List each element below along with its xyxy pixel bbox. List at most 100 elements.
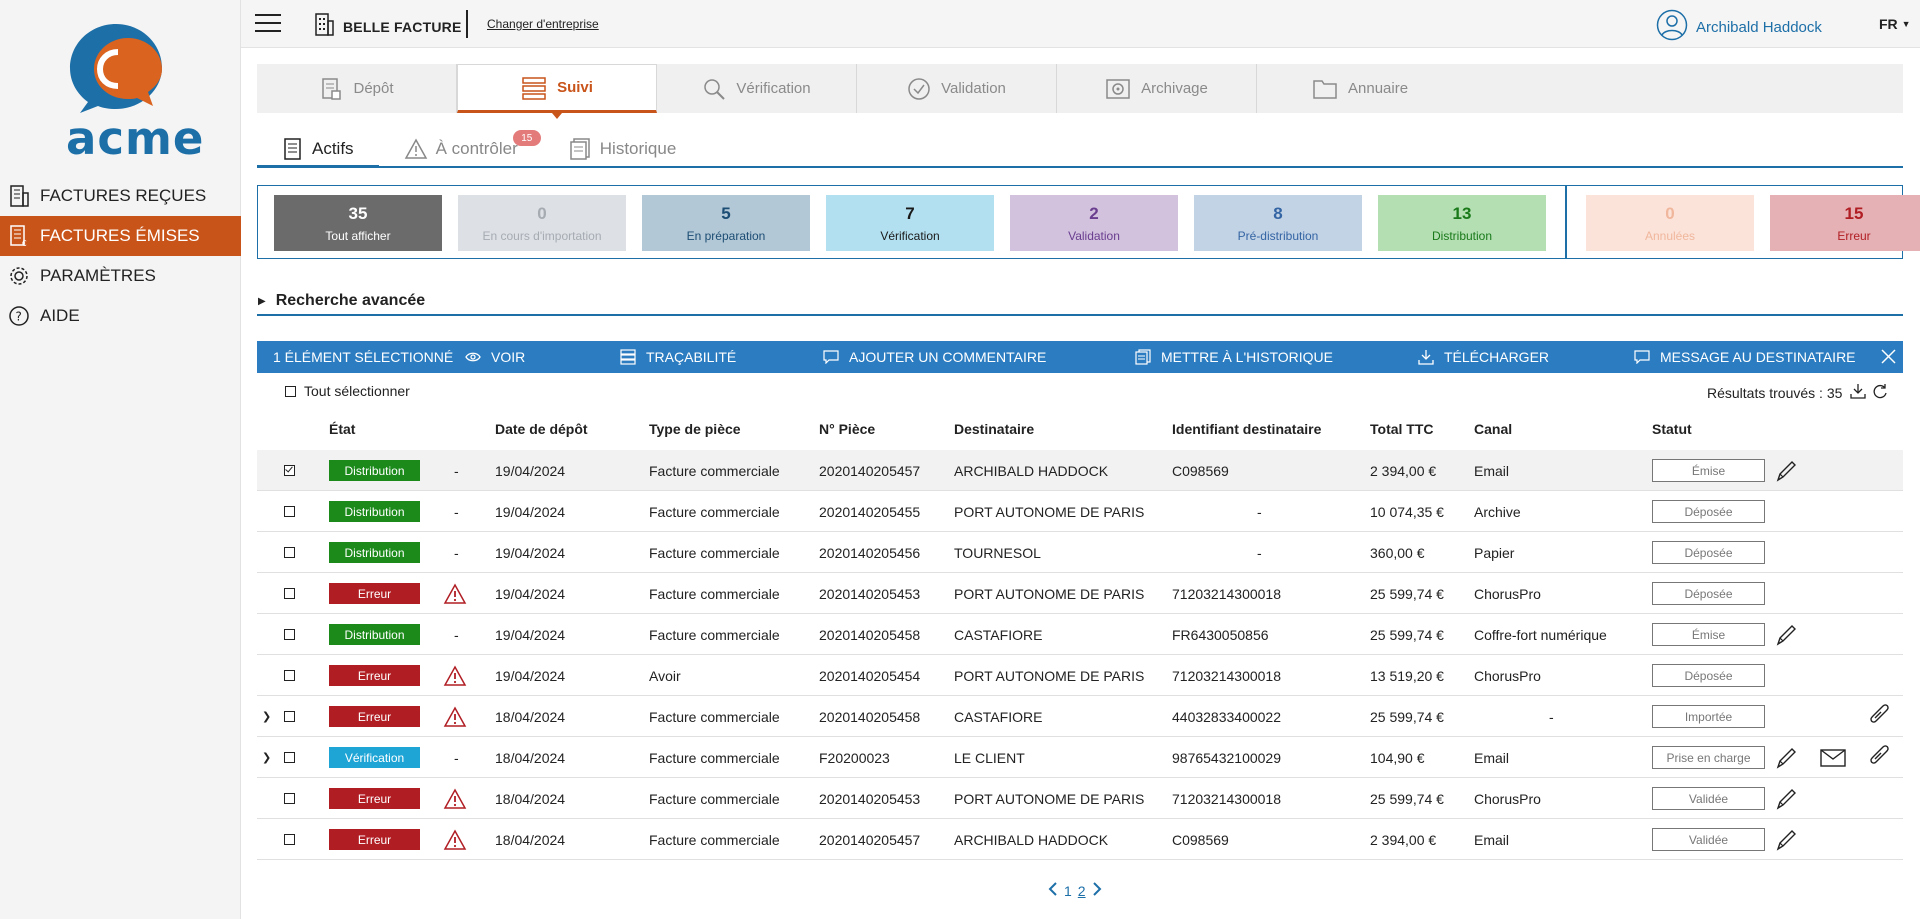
chevron-right-icon[interactable] xyxy=(1092,882,1102,899)
counter-annulees[interactable]: 0 Annulées xyxy=(1586,195,1754,251)
tab-archivage[interactable]: Archivage xyxy=(1057,64,1257,113)
checkbox[interactable] xyxy=(285,385,296,397)
action-commentaire-button[interactable]: AJOUTER UN COMMENTAIRE xyxy=(823,341,1046,373)
table-row[interactable]: Distribution - 19/04/2024 Facture commercia… xyxy=(257,614,1903,655)
counter-tout-afficher[interactable]: 35 Tout afficher xyxy=(274,195,442,251)
table-row[interactable]: Distribution - 19/04/2024 Facture commercia… xyxy=(257,450,1903,491)
col-numero-piece[interactable]: N° Pièce xyxy=(819,408,875,450)
row-checkbox[interactable] xyxy=(284,670,295,681)
row-checkbox[interactable] xyxy=(284,711,295,722)
statut-badge: Déposée xyxy=(1652,664,1765,687)
tab-validation[interactable]: Validation xyxy=(857,64,1057,113)
expand-row-icon[interactable]: ❯ xyxy=(262,737,271,778)
row-checkbox[interactable] xyxy=(284,629,295,640)
sidebar-item-parametres[interactable]: PARAMÈTRES xyxy=(0,256,241,296)
subtab-historique[interactable]: Historique xyxy=(543,132,702,166)
language-label: FR xyxy=(1879,16,1898,32)
language-selector[interactable]: FR ▼ xyxy=(1879,16,1911,32)
counter-verification[interactable]: 7 Vérification xyxy=(826,195,994,251)
row-checkbox[interactable] xyxy=(284,465,295,476)
piece-cell: 2020140205458 xyxy=(819,626,921,643)
counter-en-preparation[interactable]: 5 En préparation xyxy=(642,195,810,251)
row-checkbox[interactable] xyxy=(284,834,295,845)
action-telecharger-button[interactable]: TÉLÉCHARGER xyxy=(1418,341,1549,373)
edit-pencil-icon[interactable] xyxy=(1774,450,1798,491)
col-destinataire[interactable]: Destinataire xyxy=(954,408,1034,450)
tab-verification[interactable]: Vérification xyxy=(657,64,857,113)
table-row[interactable]: Erreur 19/04/2024 Avoir 2020140205454 PORT A… xyxy=(257,655,1903,696)
col-type-piece[interactable]: Type de pièce xyxy=(649,408,741,450)
tab-suivi[interactable]: Suivi xyxy=(457,64,657,119)
change-company-link[interactable]: Changer d'entreprise xyxy=(487,17,599,31)
date-cell: 18/04/2024 xyxy=(495,831,566,848)
action-voir-button[interactable]: VOIR xyxy=(465,341,525,373)
attachment-paperclip-icon[interactable] xyxy=(1867,696,1893,737)
action-tracabilite-button[interactable]: TRAÇABILITÉ xyxy=(620,341,736,373)
acme-logo: acme xyxy=(58,22,203,165)
table-row[interactable]: Erreur 19/04/2024 Facture commerciale 20201… xyxy=(257,573,1903,614)
counter-distribution[interactable]: 13 Distribution xyxy=(1378,195,1546,251)
warning-placeholder: - xyxy=(454,544,459,561)
page-1-link[interactable]: 1 xyxy=(1064,883,1072,899)
edit-pencil-icon[interactable] xyxy=(1774,614,1798,655)
col-identifiant-destinataire[interactable]: Identifiant destinataire xyxy=(1172,408,1321,450)
sidebar-item-factures-emises[interactable]: € FACTURES ÉMISES xyxy=(0,216,241,256)
tab-annuaire[interactable]: Annuaire xyxy=(1257,64,1903,113)
counter-pre-distribution[interactable]: 8 Pré-distribution xyxy=(1194,195,1362,251)
attachment-paperclip-icon[interactable] xyxy=(1867,737,1893,778)
col-etat[interactable]: État xyxy=(329,408,355,450)
counter-count: 0 xyxy=(1665,203,1675,223)
etat-badge: Distribution xyxy=(329,460,420,481)
table-row[interactable]: ❯ Erreur 18/04/2024 Facture commerciale 2020… xyxy=(257,696,1903,737)
warning-icon[interactable] xyxy=(443,696,467,737)
row-checkbox[interactable] xyxy=(284,793,295,804)
subtab-a-controler[interactable]: À contrôler 15 xyxy=(379,130,543,166)
col-total-ttc[interactable]: Total TTC xyxy=(1370,408,1434,450)
logo-speech-bubbles-icon xyxy=(70,24,162,113)
date-cell: 19/04/2024 xyxy=(495,667,566,684)
canal-cell: ChorusPro xyxy=(1474,585,1541,602)
col-statut[interactable]: Statut xyxy=(1652,408,1692,450)
warning-icon[interactable] xyxy=(443,778,467,819)
row-checkbox[interactable] xyxy=(284,547,295,558)
table-row[interactable]: Erreur 18/04/2024 Facture commerciale 20201… xyxy=(257,778,1903,819)
refresh-icon[interactable] xyxy=(1872,383,1888,402)
mail-envelope-icon[interactable] xyxy=(1820,737,1846,778)
col-date-depot[interactable]: Date de dépôt xyxy=(495,408,588,450)
col-canal[interactable]: Canal xyxy=(1474,408,1512,450)
close-icon[interactable] xyxy=(1880,348,1897,368)
edit-pencil-icon[interactable] xyxy=(1774,819,1798,860)
warning-icon[interactable] xyxy=(443,819,467,860)
date-cell: 19/04/2024 xyxy=(495,544,566,561)
row-checkbox[interactable] xyxy=(284,588,295,599)
sidebar-item-factures-recues[interactable]: FACTURES REÇUES xyxy=(0,176,241,216)
counter-en-cours-importation[interactable]: 0 En cours d'importation xyxy=(458,195,626,251)
row-checkbox[interactable] xyxy=(284,752,295,763)
table-row[interactable]: Distribution - 19/04/2024 Facture commercia… xyxy=(257,491,1903,532)
download-icon[interactable] xyxy=(1850,383,1867,402)
subtab-actifs[interactable]: Actifs xyxy=(257,132,379,168)
table-row[interactable]: ❯ Vérification - 18/04/2024 Facture commerci… xyxy=(257,737,1903,778)
page-2-link[interactable]: 2 xyxy=(1078,883,1086,899)
magnifier-icon xyxy=(702,77,726,101)
warning-icon[interactable] xyxy=(443,655,467,696)
table-row[interactable]: Distribution - 19/04/2024 Facture commercia… xyxy=(257,532,1903,573)
chevron-left-icon[interactable] xyxy=(1048,882,1058,899)
tab-depot[interactable]: Dépôt xyxy=(257,64,457,113)
hamburger-menu-icon[interactable] xyxy=(255,14,281,34)
sidebar-item-aide[interactable]: ? AIDE xyxy=(0,296,241,336)
total-cell: 104,90 € xyxy=(1370,749,1425,766)
edit-pencil-icon[interactable] xyxy=(1774,778,1798,819)
select-all-checkbox[interactable]: Tout sélectionner xyxy=(285,383,410,399)
counter-erreur[interactable]: 15 Erreur xyxy=(1770,195,1920,251)
action-message-button[interactable]: MESSAGE AU DESTINATAIRE xyxy=(1634,341,1856,373)
advanced-search-toggle[interactable]: ▶ Recherche avancée xyxy=(257,288,1903,316)
warning-icon[interactable] xyxy=(443,573,467,614)
expand-row-icon[interactable]: ❯ xyxy=(262,696,271,737)
table-row[interactable]: Erreur 18/04/2024 Facture commerciale 20201… xyxy=(257,819,1903,860)
action-historique-button[interactable]: METTRE À L'HISTORIQUE xyxy=(1135,341,1333,373)
edit-pencil-icon[interactable] xyxy=(1774,737,1798,778)
user-menu[interactable]: Archibald Haddock xyxy=(1656,9,1822,46)
counter-validation[interactable]: 2 Validation xyxy=(1010,195,1178,251)
row-checkbox[interactable] xyxy=(284,506,295,517)
